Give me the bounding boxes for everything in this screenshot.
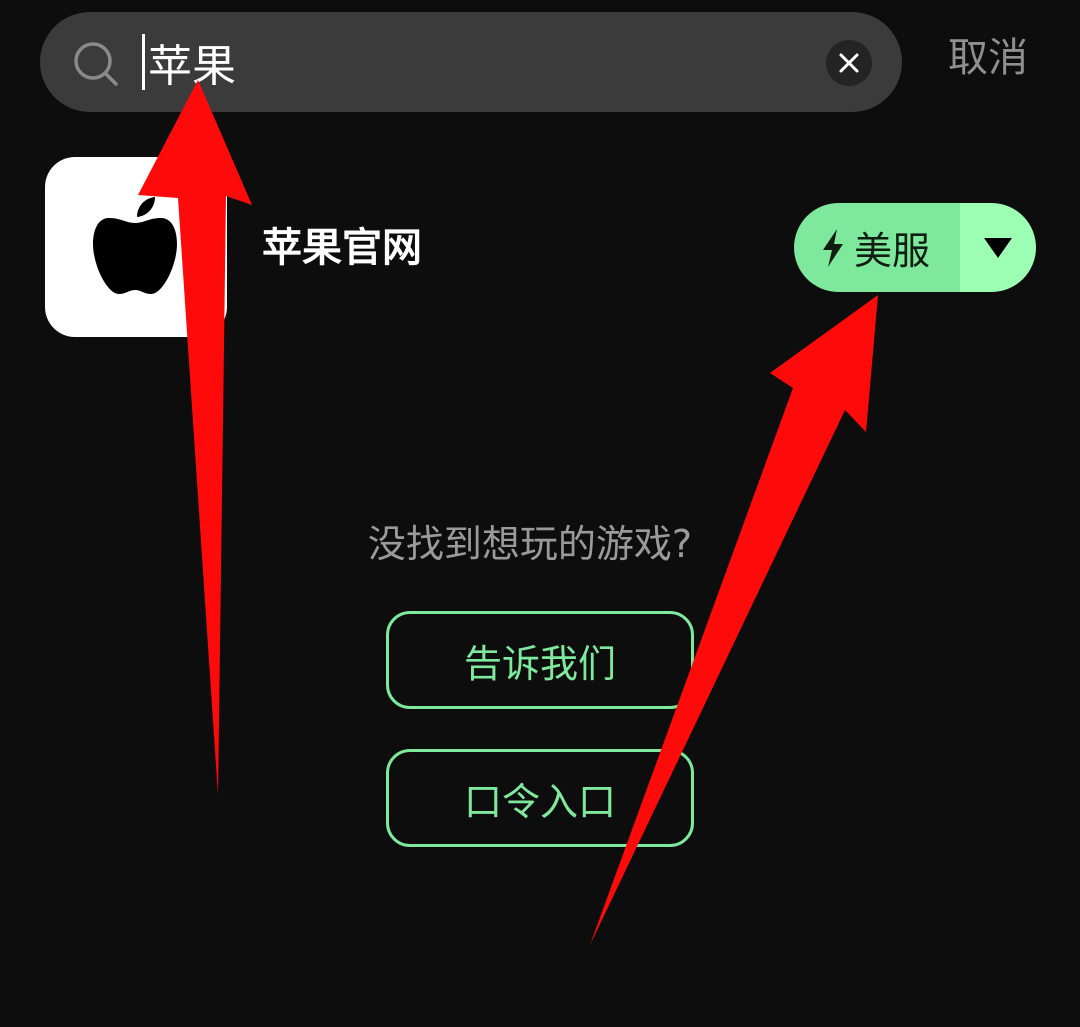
lightning-icon [823, 228, 843, 267]
code-entry-button[interactable]: 口令入口 [386, 749, 694, 847]
annotation-arrows [138, 80, 878, 945]
close-icon [839, 53, 859, 73]
server-label: 美服 [854, 229, 931, 273]
app-icon[interactable] [45, 157, 227, 337]
clear-search-button[interactable] [826, 40, 872, 86]
server-select-button[interactable]: 美服 [794, 203, 960, 292]
app-name[interactable]: 苹果官网 [262, 224, 422, 272]
search-input[interactable] [148, 12, 798, 112]
feedback-button[interactable]: 告诉我们 [386, 611, 694, 709]
text-cursor [142, 34, 145, 90]
apple-logo-icon [93, 197, 177, 294]
server-selector[interactable]: 美服 [794, 203, 1036, 292]
empty-state-prompt: 没找到想玩的游戏? [367, 522, 693, 566]
triangle-down-icon [984, 237, 1012, 258]
search-icon [74, 42, 118, 86]
search-bar[interactable] [40, 12, 902, 112]
cancel-button[interactable]: 取消 [948, 34, 1028, 82]
server-dropdown-button[interactable] [960, 203, 1036, 292]
